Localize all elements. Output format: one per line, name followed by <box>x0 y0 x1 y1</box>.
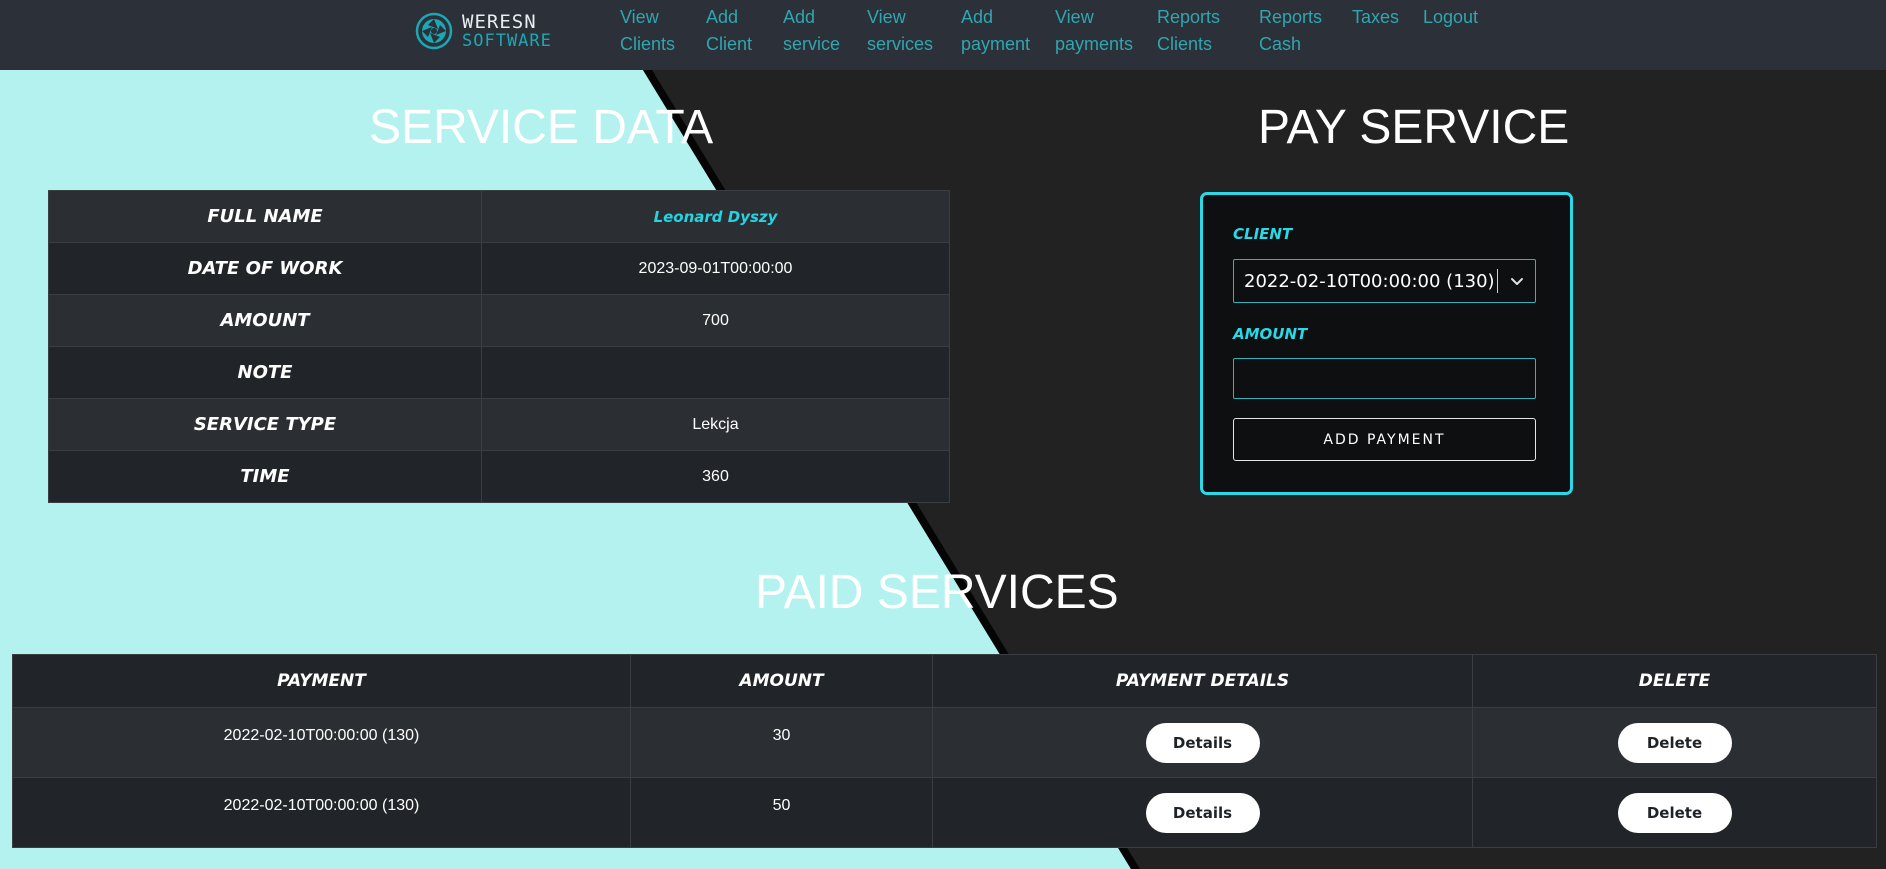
table-row: NOTE <box>48 346 950 399</box>
details-button[interactable]: Details <box>1145 792 1260 833</box>
details-button[interactable]: Details <box>1145 722 1260 763</box>
table-header-row: PAYMENT AMOUNT PAYMENT DETAILS DELETE <box>12 654 1877 708</box>
column-header: PAYMENT <box>12 654 631 708</box>
delete-cell: Delete <box>1472 777 1877 848</box>
nav-label: payments <box>1055 34 1134 54</box>
row-label: SERVICE TYPE <box>48 398 482 451</box>
details-cell: Details <box>932 707 1473 778</box>
amount-input[interactable] <box>1233 358 1536 399</box>
add-payment-button[interactable]: ADD PAYMENT <box>1233 418 1536 461</box>
row-value: 360 <box>481 450 950 503</box>
pay-service-form: CLIENT 2022-02-10T00:00:00 (130) AMOUNT … <box>1200 192 1573 495</box>
table-row: TIME 360 <box>48 450 950 503</box>
nav-label: Clients <box>1157 34 1213 54</box>
payment-cell: 2022-02-10T00:00:00 (130) <box>12 707 631 778</box>
row-label: AMOUNT <box>48 294 482 347</box>
row-value <box>481 346 950 399</box>
nav-label: Reports <box>1157 7 1221 27</box>
amount-value: 50 <box>772 796 791 814</box>
details-cell: Details <box>932 777 1473 848</box>
row-label: NOTE <box>48 346 482 399</box>
delete-button[interactable]: Delete <box>1617 792 1732 833</box>
chevron-down-icon[interactable] <box>1506 270 1528 292</box>
row-value: 700 <box>481 294 950 347</box>
nav-label: Logout <box>1423 7 1479 27</box>
row-label: TIME <box>48 450 482 503</box>
delete-button[interactable]: Delete <box>1617 722 1732 763</box>
nav-view-payments[interactable]: View payments <box>1055 4 1165 58</box>
client-select[interactable]: 2022-02-10T00:00:00 (130) <box>1233 259 1536 303</box>
payment-value: 2022-02-10T00:00:00 (130) <box>223 796 420 814</box>
nav-label: Taxes <box>1352 7 1400 27</box>
pay-service-title: PAY SERVICE <box>1258 101 1570 154</box>
table-row: 2022-02-10T00:00:00 (130) 50 Details Del… <box>12 777 1877 848</box>
service-data-table: FULL NAME Leonard Dyszy DATE OF WORK 202… <box>48 190 950 503</box>
table-row: FULL NAME Leonard Dyszy <box>48 190 950 243</box>
paid-services-table: PAYMENT AMOUNT PAYMENT DETAILS DELETE 20… <box>12 654 1877 848</box>
logo-text-bottom: SOFTWARE <box>462 31 552 51</box>
column-header: DELETE <box>1472 654 1877 708</box>
payment-cell: 2022-02-10T00:00:00 (130) <box>12 777 631 848</box>
nav-taxes[interactable]: Taxes <box>1352 4 1412 31</box>
table-row: DATE OF WORK 2023-09-01T00:00:00 <box>48 242 950 295</box>
row-label: DATE OF WORK <box>48 242 482 295</box>
brand-logo[interactable]: WERESN SOFTWARE <box>415 10 575 54</box>
delete-cell: Delete <box>1472 707 1877 778</box>
row-value: 2023-09-01T00:00:00 <box>481 242 950 295</box>
service-data-title: SERVICE DATA <box>369 101 714 154</box>
paid-services-title: PAID SERVICES <box>755 566 1119 619</box>
select-divider <box>1497 269 1498 293</box>
table-row: SERVICE TYPE Lekcja <box>48 398 950 451</box>
table-row: 2022-02-10T00:00:00 (130) 30 Details Del… <box>12 707 1877 778</box>
column-header: AMOUNT <box>630 654 933 708</box>
nav-logout[interactable]: Logout <box>1423 4 1493 31</box>
client-select-value: 2022-02-10T00:00:00 (130) <box>1244 271 1495 292</box>
payment-value: 2022-02-10T00:00:00 (130) <box>223 726 420 744</box>
client-name-link[interactable]: Leonard Dyszy <box>481 190 950 243</box>
nav-reports-clients[interactable]: Reports Clients <box>1157 4 1267 58</box>
top-navbar: WERESN SOFTWARE View Clients Add Client … <box>0 0 1886 70</box>
logo-text-top: WERESN <box>462 11 537 33</box>
amount-cell: 30 <box>630 707 933 778</box>
aperture-logo-icon <box>415 12 453 50</box>
column-header: PAYMENT DETAILS <box>932 654 1473 708</box>
amount-cell: 50 <box>630 777 933 848</box>
table-row: AMOUNT 700 <box>48 294 950 347</box>
nav-label: Cash <box>1259 34 1302 54</box>
amount-label: AMOUNT <box>1233 325 1308 343</box>
row-label: FULL NAME <box>48 190 482 243</box>
client-label: CLIENT <box>1233 225 1293 243</box>
row-value: Lekcja <box>481 398 950 451</box>
nav-label: View <box>1055 7 1094 27</box>
amount-value: 30 <box>772 726 791 744</box>
